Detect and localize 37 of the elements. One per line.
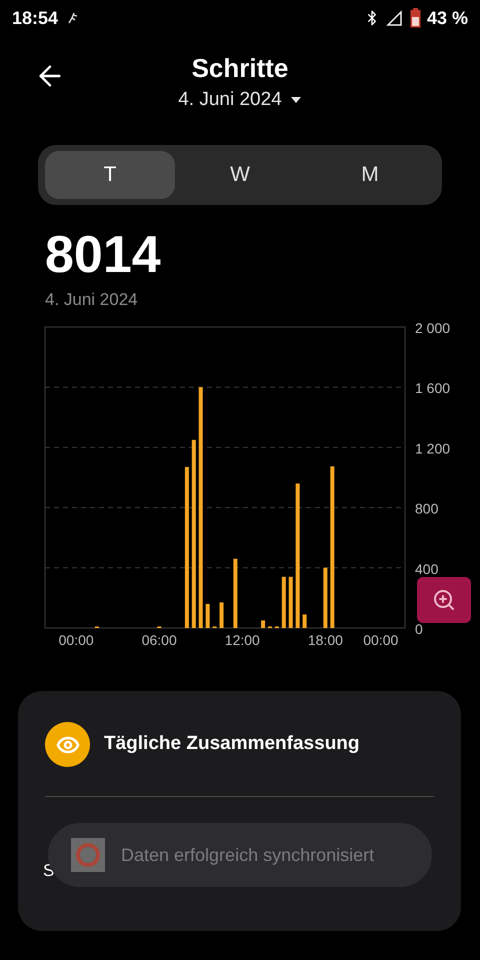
summary-title: Tägliche Zusammenfassung xyxy=(104,732,360,756)
period-tab[interactable]: T xyxy=(45,150,175,198)
step-bar xyxy=(323,568,328,628)
x-axis-label: 00:00 xyxy=(363,632,398,648)
page-title: Schritte xyxy=(192,52,288,84)
battery-icon xyxy=(410,8,421,28)
app-logo-icon xyxy=(71,838,105,872)
x-axis-label: 06:00 xyxy=(142,632,177,648)
zoom-in-button[interactable] xyxy=(417,577,471,623)
x-axis-label: 00:00 xyxy=(58,632,94,648)
step-bar xyxy=(282,576,286,628)
battery-percent: 43 % xyxy=(426,6,468,30)
y-axis-label: 800 xyxy=(415,500,438,517)
period-tab[interactable]: M xyxy=(305,150,435,198)
x-axis-label: 12:00 xyxy=(224,632,260,648)
status-time: 18:54 xyxy=(12,6,58,30)
total-date: 4. Juni 2024 xyxy=(45,288,139,310)
zoom-in-icon xyxy=(432,588,456,612)
step-bar xyxy=(206,604,210,628)
y-axis-label: 400 xyxy=(415,560,438,577)
toast-message: Daten erfolgreich synchronisiert xyxy=(121,844,374,867)
signal-icon xyxy=(386,10,404,26)
step-bar xyxy=(302,614,307,628)
y-axis-label: 1 600 xyxy=(415,380,450,396)
y-axis-label: 0 xyxy=(415,621,423,637)
caret-icon xyxy=(290,96,302,104)
step-bar xyxy=(220,602,224,628)
y-axis-label: 2 000 xyxy=(415,320,450,336)
y-axis-label: 1 200 xyxy=(415,440,450,456)
eye-icon xyxy=(45,722,90,767)
step-bar xyxy=(288,576,293,628)
date-picker[interactable]: 4. Juni 2024 xyxy=(178,86,302,114)
step-bar xyxy=(261,620,266,628)
step-total: 8014 xyxy=(45,226,162,282)
x-axis-label: 18:00 xyxy=(308,632,343,648)
period-tab[interactable]: W xyxy=(175,150,305,198)
step-bar xyxy=(233,558,238,628)
